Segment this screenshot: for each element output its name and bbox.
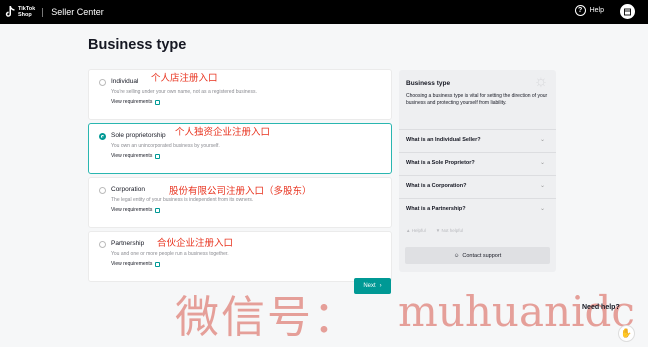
faq-individual[interactable]: What is an Individual Seller? ⌄ [399, 129, 556, 152]
option-title: Sole proprietorship [111, 132, 166, 139]
option-corporation[interactable]: Corporation 股份有限公司注册入口（多股东） The legal en… [88, 177, 392, 228]
chevron-right-icon: › [379, 283, 382, 289]
top-navigation-bar: TikTok Shop Seller Center ? Help [0, 0, 648, 24]
help-link[interactable]: ? Help [574, 5, 604, 16]
link-label: View requirements [111, 261, 153, 267]
next-label: Next [363, 283, 376, 289]
help-icon: ? [574, 5, 586, 16]
chevron-down-icon: ⌄ [539, 206, 545, 212]
external-link-icon [155, 99, 161, 105]
faq-question: What is a Corporation? [406, 183, 467, 189]
helpful-button[interactable]: ▲ Helpful [406, 228, 426, 233]
contact-support-label: Contact support [462, 252, 502, 259]
faq-question: What is a Sole Proprietor? [406, 160, 475, 166]
view-requirements-link[interactable]: View requirements [111, 153, 161, 159]
option-title: Corporation [111, 186, 145, 193]
option-description: You and one or more people run a busines… [111, 251, 229, 257]
option-sole-proprietorship[interactable]: Sole proprietorship 个人独资企业注册入口 You own a… [88, 123, 392, 174]
header-divider [42, 7, 44, 17]
helpful-label: Helpful [411, 228, 426, 233]
business-type-options: Individual 个人店注册入口 You're selling under … [88, 69, 392, 285]
user-icon[interactable] [620, 4, 635, 19]
view-requirements-link[interactable]: View requirements [111, 207, 161, 213]
tiktok-shop-logo[interactable]: TikTok Shop [4, 5, 35, 19]
radio-corporation[interactable] [99, 187, 106, 194]
annotation-partnership: 合伙企业注册入口 [157, 238, 234, 249]
page-title: Business type [88, 37, 187, 53]
contact-support-button[interactable]: ☺ Contact support [405, 247, 550, 264]
chat-icon: ☺ [453, 252, 460, 259]
bulb-icon: ☼ [533, 73, 549, 90]
app-title: Seller Center [51, 7, 104, 17]
external-link-icon [155, 207, 161, 213]
next-button[interactable]: Next › [354, 278, 391, 294]
faq-question: What is a Partnership? [406, 206, 466, 212]
faq-partnership[interactable]: What is a Partnership? ⌄ [399, 198, 556, 221]
help-label: Help [589, 7, 604, 14]
option-description: You own an unincorporated business by yo… [111, 143, 220, 149]
logo-line-2: Shop [18, 12, 32, 18]
tiktok-logo-icon [5, 6, 15, 17]
watermark: 微信号： muhuanidc [175, 281, 635, 345]
view-requirements-link[interactable]: View requirements [111, 261, 161, 267]
faq-sole-proprietor[interactable]: What is a Sole Proprietor? ⌄ [399, 152, 556, 175]
sidebar-title: Business type [406, 80, 451, 87]
logo-text: TikTok Shop [18, 6, 35, 18]
link-label: View requirements [111, 153, 153, 159]
annotation-sole-proprietorship: 个人独资企业注册入口 [175, 127, 271, 138]
option-title: Partnership [111, 240, 145, 247]
business-type-info-panel: ☼ Business type Choosing a business type… [399, 70, 556, 272]
radio-sole-proprietorship[interactable] [99, 133, 106, 140]
option-individual[interactable]: Individual 个人店注册入口 You're selling under … [88, 69, 392, 120]
chevron-down-icon: ⌄ [539, 183, 545, 189]
thumbs-down-icon: ▼ [435, 228, 441, 233]
feedback-row: ▲ Helpful ▼ Not helpful [406, 228, 463, 233]
option-description: You're selling under your own name, not … [111, 89, 257, 95]
watermark-latin: muhuanidc [398, 287, 635, 336]
radio-partnership[interactable] [99, 241, 106, 248]
not-helpful-button[interactable]: ▼ Not helpful [436, 228, 463, 233]
thumbs-up-icon: ▲ [406, 228, 411, 233]
not-helpful-label: Not helpful [441, 228, 463, 233]
annotation-individual: 个人店注册入口 [151, 73, 218, 84]
option-description: The legal entity of your business is ind… [111, 197, 254, 203]
external-link-icon [155, 153, 161, 159]
faq-question: What is an Individual Seller? [406, 137, 481, 143]
annotation-corporation: 股份有限公司注册入口（多股东） [169, 186, 312, 197]
radio-individual[interactable] [99, 79, 106, 86]
need-help-label[interactable]: Need help? [582, 304, 620, 311]
link-label: View requirements [111, 99, 153, 105]
chevron-down-icon: ⌄ [539, 137, 545, 143]
hand-icon[interactable]: ✋ [618, 325, 635, 342]
external-link-icon [155, 261, 161, 267]
shop-icon [624, 8, 631, 16]
watermark-cn: 微信号： [175, 292, 359, 343]
option-title: Individual [111, 78, 139, 85]
sidebar-description: Choosing a business type is vital for se… [406, 93, 548, 106]
chevron-down-icon: ⌄ [539, 160, 545, 166]
view-requirements-link[interactable]: View requirements [111, 99, 161, 105]
faq-corporation[interactable]: What is a Corporation? ⌄ [399, 175, 556, 198]
link-label: View requirements [111, 207, 153, 213]
option-partnership[interactable]: Partnership 合伙企业注册入口 You and one or more… [88, 231, 392, 282]
